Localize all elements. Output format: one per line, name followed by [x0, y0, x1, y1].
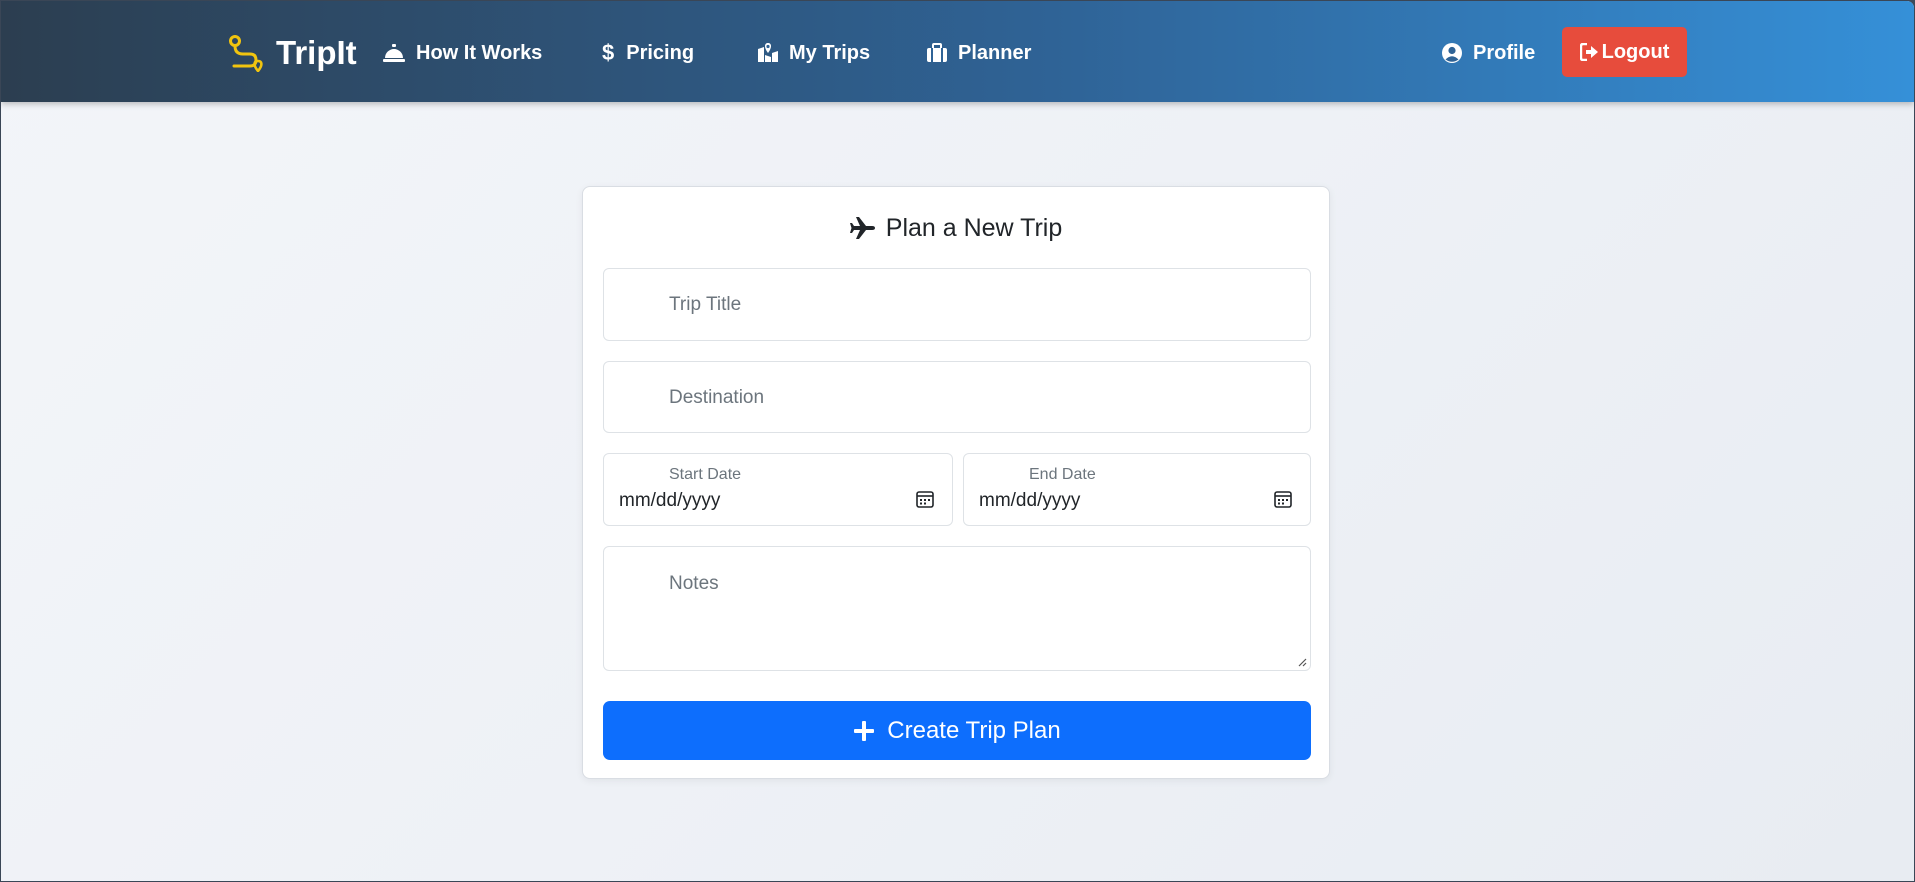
- calendar-icon[interactable]: [1274, 490, 1292, 508]
- sign-out-icon: [1579, 43, 1598, 61]
- plus-icon: [854, 720, 875, 741]
- end-date-label: End Date: [1029, 466, 1096, 483]
- end-date-input[interactable]: End Date mm/dd/yyyy: [963, 453, 1311, 526]
- start-date-label: Start Date: [669, 466, 742, 483]
- create-trip-plan-button[interactable]: Create Trip Plan: [603, 701, 1311, 760]
- nav-pricing[interactable]: $ Pricing: [602, 39, 694, 67]
- suitcase-icon: [927, 43, 947, 62]
- calendar-icon[interactable]: [916, 490, 934, 508]
- app-window: TripIt How It Works $ Pricing My Trips P…: [0, 0, 1915, 882]
- start-date-input[interactable]: Start Date mm/dd/yyyy: [603, 453, 953, 526]
- nav-my-trips[interactable]: My Trips: [757, 39, 870, 67]
- dollar-icon: $: [602, 40, 615, 65]
- map-location-icon: [758, 43, 778, 62]
- notes-placeholder: Notes: [669, 573, 719, 594]
- trip-form-card: Plan a New Trip Trip Title Destination S…: [582, 186, 1330, 779]
- notes-textarea[interactable]: Notes: [603, 546, 1311, 671]
- resize-handle-icon[interactable]: [1297, 657, 1307, 667]
- destination-input[interactable]: Destination: [603, 361, 1311, 433]
- route-icon: [229, 35, 263, 72]
- trip-title-input[interactable]: Trip Title: [603, 268, 1311, 341]
- brand-logo[interactable]: TripIt: [228, 33, 357, 73]
- user-circle-icon: [1442, 43, 1462, 63]
- plane-icon: [849, 217, 875, 239]
- start-date-value: mm/dd/yyyy: [619, 490, 721, 511]
- form-title: Plan a New Trip: [583, 209, 1329, 247]
- nav-planner[interactable]: Planner: [926, 39, 1031, 67]
- brand-name: TripIt: [276, 34, 357, 71]
- logout-button[interactable]: Logout: [1562, 27, 1687, 77]
- nav-profile[interactable]: Profile: [1441, 39, 1535, 67]
- top-navbar: TripIt How It Works $ Pricing My Trips P…: [1, 1, 1914, 102]
- nav-how-it-works[interactable]: How It Works: [382, 39, 542, 67]
- destination-placeholder: Destination: [669, 387, 765, 408]
- concierge-bell-icon: [383, 44, 405, 62]
- trip-title-placeholder: Trip Title: [669, 294, 742, 315]
- end-date-value: mm/dd/yyyy: [979, 490, 1081, 511]
